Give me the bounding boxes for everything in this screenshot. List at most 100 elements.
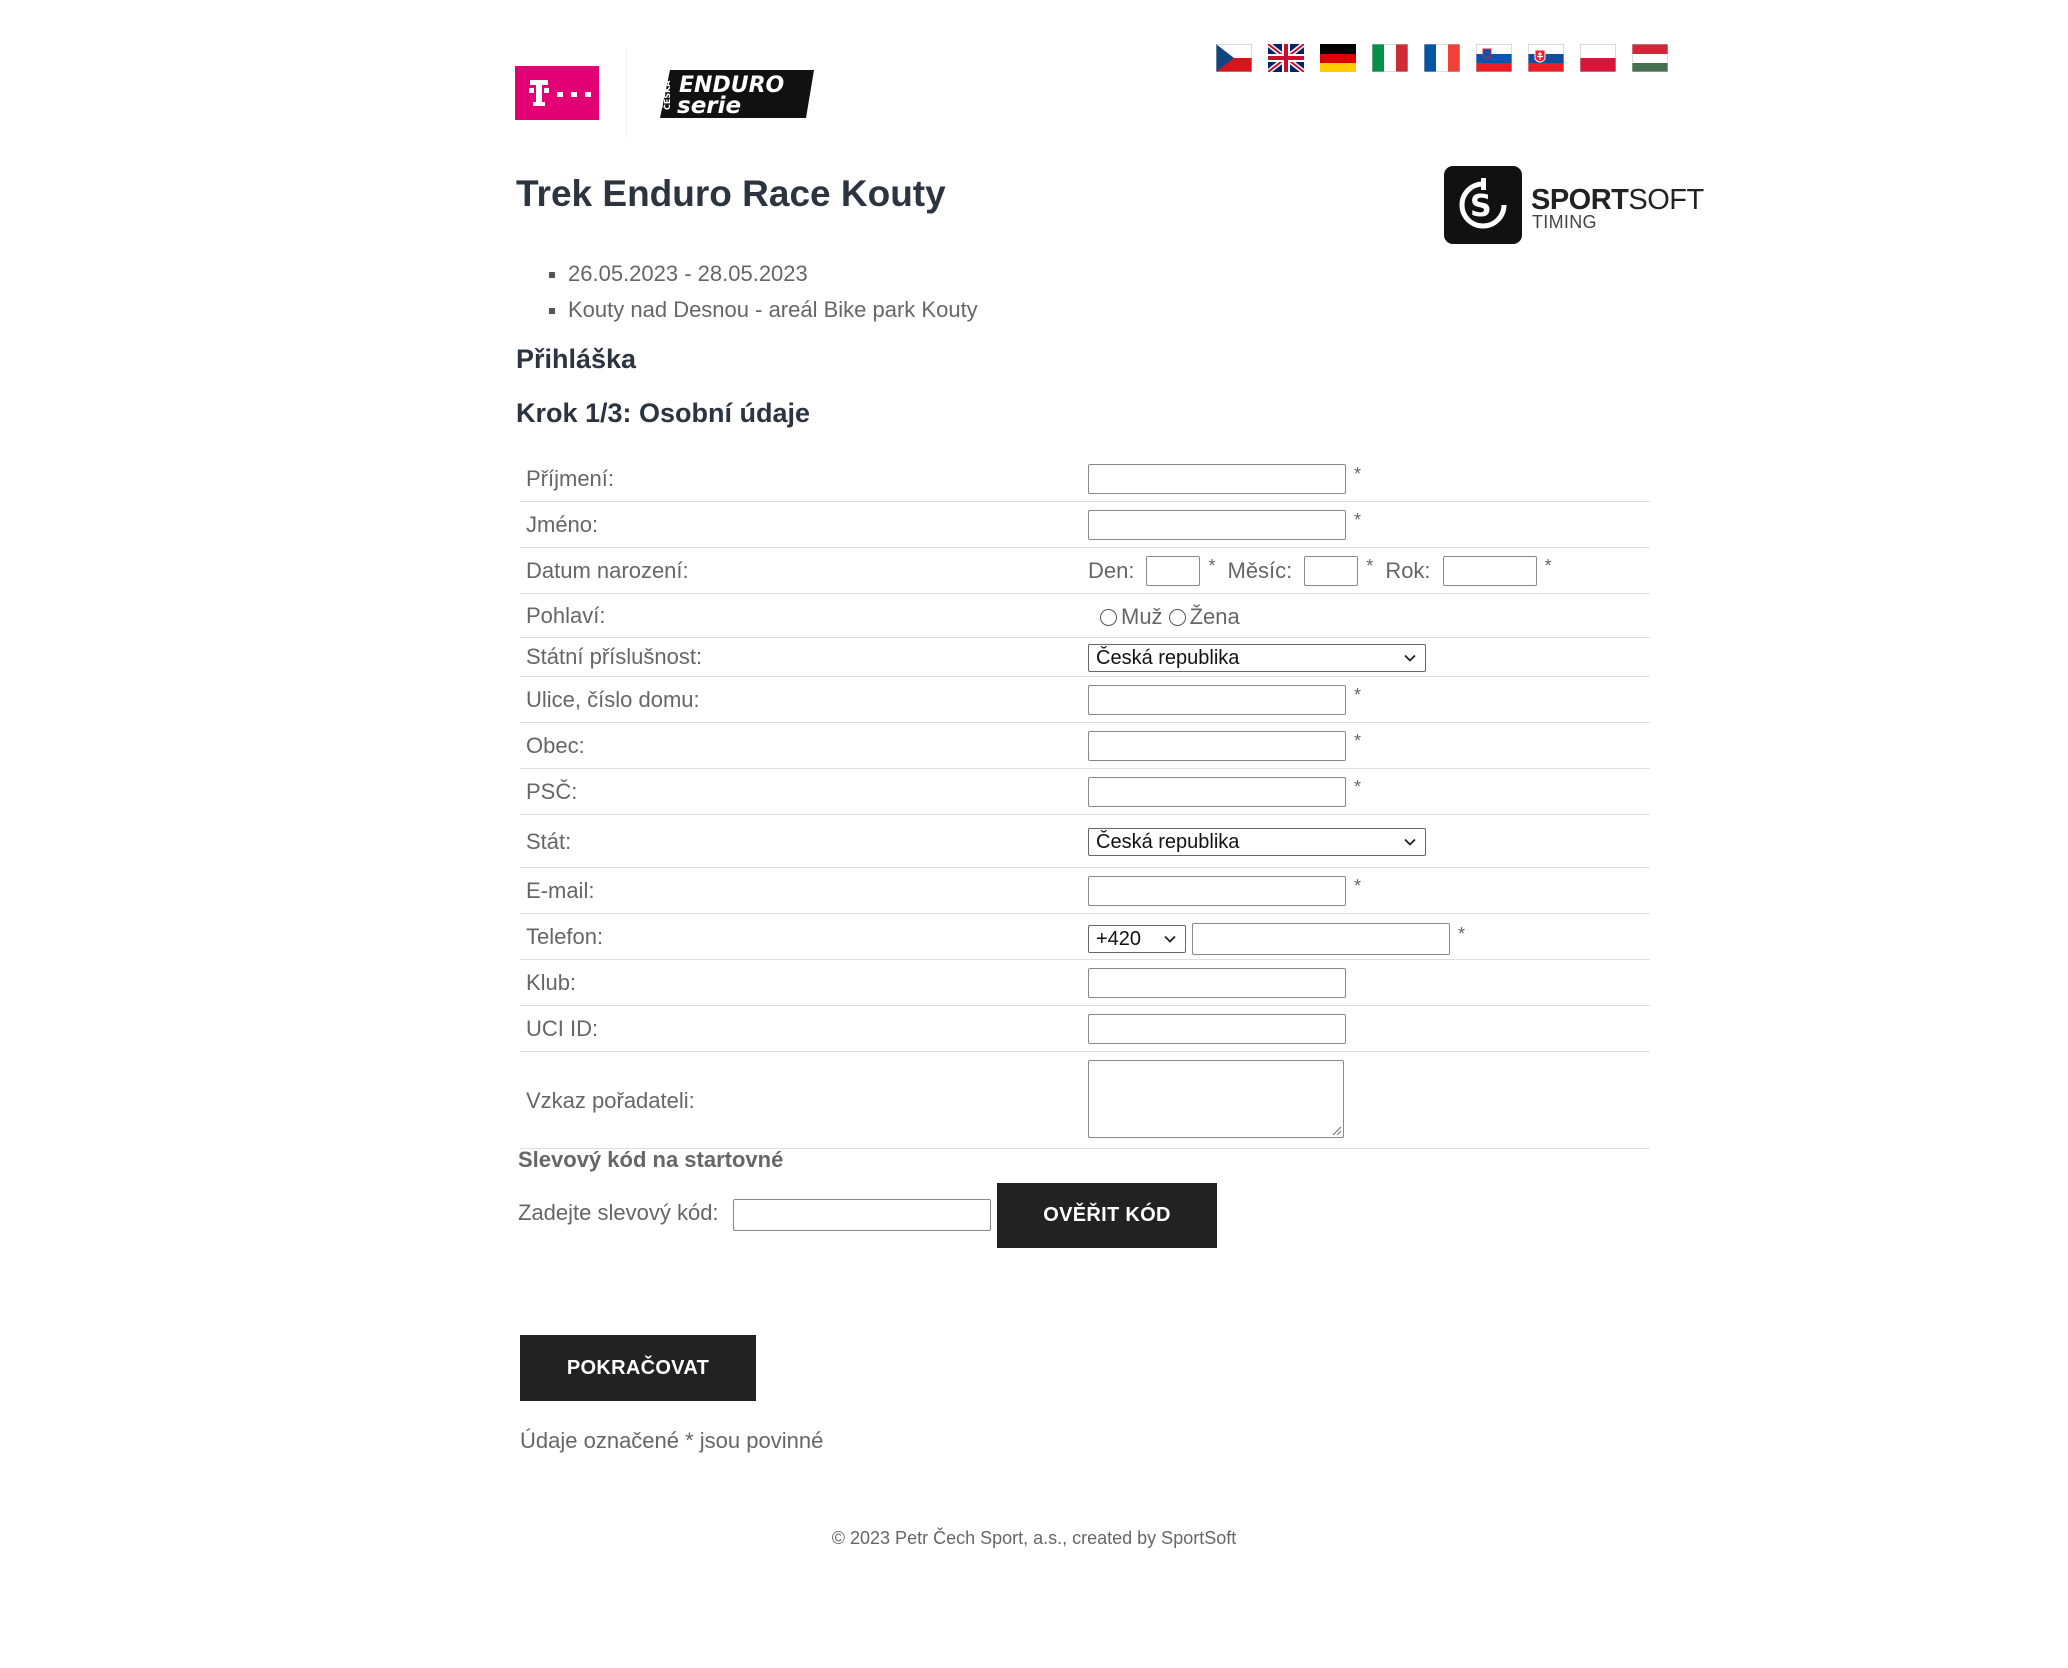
required-mark: * <box>1354 875 1362 896</box>
required-mark: * <box>1354 463 1362 484</box>
surname-label: Příjmení: <box>526 466 615 491</box>
form-row-gender: Pohlaví: Muž Žena <box>520 594 1650 638</box>
resize-handle-icon[interactable] <box>1330 1124 1342 1136</box>
birthdate-label: Datum narození: <box>526 558 689 583</box>
form-row-uci: UCI ID: <box>520 1006 1650 1052</box>
form-row-email: E-mail: * <box>520 868 1650 914</box>
required-mark: * <box>1354 776 1362 797</box>
gender-male-radio[interactable] <box>1100 608 1117 626</box>
month-label: Měsíc: <box>1227 558 1293 583</box>
slovak-flag-icon[interactable] <box>1528 44 1564 72</box>
form-row-street: Ulice, číslo domu: * <box>520 677 1650 723</box>
message-label: Vzkaz pořadateli: <box>526 1088 695 1113</box>
email-input[interactable] <box>1088 876 1346 906</box>
header-divider <box>626 48 627 138</box>
firstname-label: Jméno: <box>526 512 599 537</box>
french-flag-icon[interactable] <box>1424 44 1460 72</box>
svg-text:ČESKÁ: ČESKÁ <box>661 80 672 110</box>
event-title: Trek Enduro Race Kouty <box>516 173 946 214</box>
german-flag-icon[interactable] <box>1320 44 1356 72</box>
country-select[interactable]: Česká republika <box>1088 828 1426 856</box>
footer: © 2023 Petr Čech Sport, a.s., created by… <box>0 1528 2068 1549</box>
required-mark: * <box>1354 684 1362 705</box>
country-select-value: Česká republika <box>1096 830 1240 853</box>
discount-label: Zadejte slevový kód: <box>518 1200 719 1225</box>
registration-form: Příjmení: * Jméno: * Datum narození: Den… <box>520 456 1650 1149</box>
form-row-country: Stát: Česká republika <box>520 815 1650 868</box>
email-label: E-mail: <box>526 878 595 903</box>
gender-label: Pohlaví: <box>526 603 606 628</box>
required-mark: * <box>1354 509 1362 530</box>
message-textarea[interactable] <box>1088 1060 1344 1138</box>
city-input[interactable] <box>1088 731 1346 761</box>
required-mark: * <box>1544 555 1552 576</box>
form-row-phone: Telefon: +420 * <box>520 914 1650 960</box>
gender-male-label[interactable]: Muž <box>1121 604 1163 630</box>
country-label: Stát: <box>526 829 572 854</box>
chevron-down-icon <box>1164 935 1176 943</box>
form-row-zip: PSČ: * <box>520 769 1650 815</box>
birth-month-input[interactable] <box>1304 556 1359 586</box>
slovenian-flag-icon[interactable] <box>1476 44 1512 72</box>
firstname-input[interactable] <box>1088 510 1346 540</box>
required-mark: * <box>1366 555 1374 576</box>
event-location: Kouty nad Desnou - areál Bike park Kouty <box>516 292 978 328</box>
form-row-birthdate: Datum narození: Den: * Měsíc: * Rok: * <box>520 548 1650 594</box>
street-input[interactable] <box>1088 685 1346 715</box>
telekom-logo[interactable] <box>515 66 599 120</box>
year-label: Rok: <box>1385 558 1431 583</box>
gender-female-radio[interactable] <box>1168 608 1186 626</box>
italian-flag-icon[interactable] <box>1372 44 1408 72</box>
zip-input[interactable] <box>1088 777 1346 807</box>
footer-text: © 2023 Petr Čech Sport, a.s., created by… <box>831 1528 1237 1548</box>
event-info-list: 26.05.2023 - 28.05.2023 Kouty nad Desnou… <box>516 256 978 328</box>
surname-input[interactable] <box>1088 464 1346 494</box>
phone-prefix-value: +420 <box>1096 927 1142 950</box>
club-label: Klub: <box>526 970 577 995</box>
city-label: Obec: <box>526 733 585 758</box>
sportsoft-soft: SOFT <box>1628 184 1704 216</box>
svg-text:S: S <box>1470 189 1492 224</box>
form-row-club: Klub: <box>520 960 1650 1006</box>
required-mark: * <box>1354 730 1362 751</box>
form-row-nationality: Státní příslušnost: Česká republika <box>520 638 1650 677</box>
nationality-select[interactable]: Česká republika <box>1088 644 1426 672</box>
nationality-select-value: Česká republika <box>1096 646 1240 669</box>
zip-label: PSČ: <box>526 779 578 804</box>
discount-code-input[interactable] <box>733 1199 991 1231</box>
svg-text:serie: serie <box>677 93 741 119</box>
enduro-serie-logo[interactable]: ENDURO serie ČESKÁ <box>656 62 816 126</box>
sportsoft-timing: TIMING <box>1532 212 1597 232</box>
page: ENDURO serie ČESKÁ S SPORTSOFT TIMING Tr… <box>0 0 2068 1668</box>
section-title: Přihláška <box>516 344 637 374</box>
polish-flag-icon[interactable] <box>1580 44 1616 72</box>
verify-code-button[interactable]: OVĚŘIT KÓD <box>997 1183 1217 1248</box>
nationality-label: Státní příslušnost: <box>526 644 703 669</box>
street-label: Ulice, číslo domu: <box>526 687 700 712</box>
birth-year-input[interactable] <box>1442 556 1537 586</box>
phone-label: Telefon: <box>526 924 604 949</box>
phone-prefix-select[interactable]: +420 <box>1088 925 1186 953</box>
phone-input[interactable] <box>1192 923 1450 955</box>
birth-day-input[interactable] <box>1146 556 1201 586</box>
form-row-message: Vzkaz pořadateli: <box>520 1052 1650 1149</box>
required-mark: * <box>1458 923 1466 944</box>
gender-female-label[interactable]: Žena <box>1190 604 1240 630</box>
chevron-down-icon <box>1404 838 1416 846</box>
required-fields-note: Údaje označené * jsou povinné <box>520 1428 824 1453</box>
uci-id-input[interactable] <box>1088 1014 1346 1044</box>
day-label: Den: <box>1088 558 1135 583</box>
hungarian-flag-icon[interactable] <box>1632 44 1668 72</box>
form-row-surname: Příjmení: * <box>520 456 1650 502</box>
club-input[interactable] <box>1088 968 1346 998</box>
uk-flag-icon[interactable] <box>1268 44 1304 72</box>
required-mark: * <box>1208 555 1216 576</box>
event-dates: 26.05.2023 - 28.05.2023 <box>516 256 978 292</box>
continue-button[interactable]: POKRAČOVAT <box>520 1335 756 1401</box>
czech-flag-icon[interactable] <box>1216 44 1252 72</box>
form-row-firstname: Jméno: * <box>520 502 1650 548</box>
discount-title: Slevový kód na startovné <box>518 1147 784 1172</box>
chevron-down-icon <box>1404 654 1416 662</box>
language-flags <box>1216 44 1668 72</box>
uci-label: UCI ID: <box>526 1016 599 1041</box>
